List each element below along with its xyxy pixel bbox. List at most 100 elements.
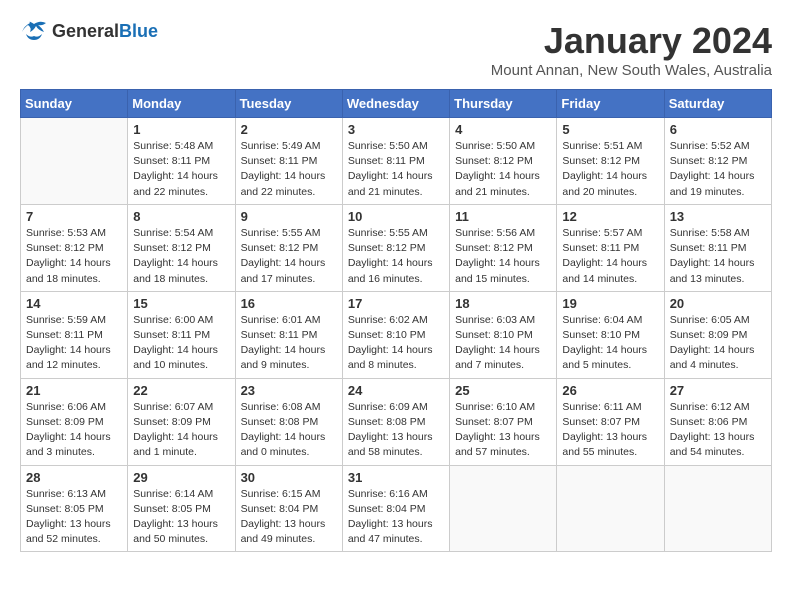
header-day-wednesday: Wednesday (342, 90, 449, 118)
day-number: 24 (348, 383, 444, 398)
calendar-table: SundayMondayTuesdayWednesdayThursdayFrid… (20, 89, 772, 552)
day-number: 11 (455, 209, 551, 224)
day-info: Sunrise: 5:50 AM Sunset: 8:12 PM Dayligh… (455, 139, 551, 200)
calendar-cell: 16 Sunrise: 6:01 AM Sunset: 8:11 PM Dayli… (235, 291, 342, 378)
week-row-4: 21 Sunrise: 6:06 AM Sunset: 8:09 PM Dayli… (21, 378, 772, 465)
day-info: Sunrise: 6:14 AM Sunset: 8:05 PM Dayligh… (133, 487, 229, 548)
day-number: 17 (348, 296, 444, 311)
day-number: 27 (670, 383, 766, 398)
day-info: Sunrise: 5:53 AM Sunset: 8:12 PM Dayligh… (26, 226, 122, 287)
day-number: 1 (133, 122, 229, 137)
day-number: 13 (670, 209, 766, 224)
calendar-cell: 6Sunrise: 5:52 AM Sunset: 8:12 PM Daylig… (664, 118, 771, 205)
day-number: 20 (670, 296, 766, 311)
day-info: Sunrise: 6:06 AM Sunset: 8:09 PM Dayligh… (26, 400, 122, 461)
calendar-cell: 26Sunrise: 6:11 AM Sunset: 8:07 PM Dayli… (557, 378, 664, 465)
header-day-tuesday: Tuesday (235, 90, 342, 118)
day-number: 21 (26, 383, 122, 398)
header-row: SundayMondayTuesdayWednesdayThursdayFrid… (21, 90, 772, 118)
location-title: Mount Annan, New South Wales, Australia (491, 62, 772, 79)
calendar-cell: 4 Sunrise: 5:50 AM Sunset: 8:12 PM Daylig… (450, 118, 557, 205)
calendar-cell: 3 Sunrise: 5:50 AM Sunset: 8:11 PM Daylig… (342, 118, 449, 205)
day-info: Sunrise: 6:08 AM Sunset: 8:08 PM Dayligh… (241, 400, 337, 461)
day-number: 12 (562, 209, 658, 224)
header-day-thursday: Thursday (450, 90, 557, 118)
logo-text-general: General (52, 21, 119, 41)
day-number: 10 (348, 209, 444, 224)
calendar-cell: 19 Sunrise: 6:04 AM Sunset: 8:10 PM Dayli… (557, 291, 664, 378)
calendar-cell: 9 Sunrise: 5:55 AM Sunset: 8:12 PM Daylig… (235, 204, 342, 291)
calendar-cell: 17Sunrise: 6:02 AM Sunset: 8:10 PM Dayli… (342, 291, 449, 378)
day-number: 16 (241, 296, 337, 311)
day-info: Sunrise: 5:50 AM Sunset: 8:11 PM Dayligh… (348, 139, 444, 200)
day-info: Sunrise: 5:56 AM Sunset: 8:12 PM Dayligh… (455, 226, 551, 287)
calendar-cell: 11 Sunrise: 5:56 AM Sunset: 8:12 PM Dayli… (450, 204, 557, 291)
day-info: Sunrise: 5:58 AM Sunset: 8:11 PM Dayligh… (670, 226, 766, 287)
day-number: 22 (133, 383, 229, 398)
day-info: Sunrise: 6:12 AM Sunset: 8:06 PM Dayligh… (670, 400, 766, 461)
day-number: 23 (241, 383, 337, 398)
title-area: January 2024 Mount Annan, New South Wale… (491, 20, 772, 79)
week-row-2: 7 Sunrise: 5:53 AM Sunset: 8:12 PM Daylig… (21, 204, 772, 291)
day-info: Sunrise: 5:54 AM Sunset: 8:12 PM Dayligh… (133, 226, 229, 287)
calendar-cell: 29 Sunrise: 6:14 AM Sunset: 8:05 PM Dayli… (128, 465, 235, 552)
calendar-cell: 12Sunrise: 5:57 AM Sunset: 8:11 PM Dayli… (557, 204, 664, 291)
logo-text-blue: Blue (119, 21, 158, 41)
calendar-cell: 13 Sunrise: 5:58 AM Sunset: 8:11 PM Dayli… (664, 204, 771, 291)
day-number: 25 (455, 383, 551, 398)
header-day-friday: Friday (557, 90, 664, 118)
day-info: Sunrise: 6:15 AM Sunset: 8:04 PM Dayligh… (241, 487, 337, 548)
day-number: 19 (562, 296, 658, 311)
calendar-cell: 20Sunrise: 6:05 AM Sunset: 8:09 PM Dayli… (664, 291, 771, 378)
day-info: Sunrise: 6:07 AM Sunset: 8:09 PM Dayligh… (133, 400, 229, 461)
calendar-cell: 5Sunrise: 5:51 AM Sunset: 8:12 PM Daylig… (557, 118, 664, 205)
day-info: Sunrise: 6:13 AM Sunset: 8:05 PM Dayligh… (26, 487, 122, 548)
calendar-cell: 7 Sunrise: 5:53 AM Sunset: 8:12 PM Daylig… (21, 204, 128, 291)
calendar-cell: 22 Sunrise: 6:07 AM Sunset: 8:09 PM Dayli… (128, 378, 235, 465)
day-info: Sunrise: 5:48 AM Sunset: 8:11 PM Dayligh… (133, 139, 229, 200)
day-info: Sunrise: 5:59 AM Sunset: 8:11 PM Dayligh… (26, 313, 122, 374)
day-number: 6 (670, 122, 766, 137)
week-row-3: 14 Sunrise: 5:59 AM Sunset: 8:11 PM Dayli… (21, 291, 772, 378)
day-info: Sunrise: 6:04 AM Sunset: 8:10 PM Dayligh… (562, 313, 658, 374)
calendar-cell: 21 Sunrise: 6:06 AM Sunset: 8:09 PM Dayli… (21, 378, 128, 465)
day-number: 29 (133, 470, 229, 485)
day-number: 4 (455, 122, 551, 137)
day-number: 30 (241, 470, 337, 485)
day-number: 3 (348, 122, 444, 137)
calendar-cell: 8 Sunrise: 5:54 AM Sunset: 8:12 PM Daylig… (128, 204, 235, 291)
day-number: 7 (26, 209, 122, 224)
header: GeneralBlue January 2024 Mount Annan, Ne… (20, 20, 772, 79)
logo: GeneralBlue (20, 20, 158, 42)
day-info: Sunrise: 6:10 AM Sunset: 8:07 PM Dayligh… (455, 400, 551, 461)
day-number: 28 (26, 470, 122, 485)
calendar-cell: 15Sunrise: 6:00 AM Sunset: 8:11 PM Dayli… (128, 291, 235, 378)
header-day-monday: Monday (128, 90, 235, 118)
day-number: 5 (562, 122, 658, 137)
day-number: 8 (133, 209, 229, 224)
calendar-cell (450, 465, 557, 552)
week-row-1: 1 Sunrise: 5:48 AM Sunset: 8:11 PM Daylig… (21, 118, 772, 205)
day-number: 2 (241, 122, 337, 137)
day-number: 31 (348, 470, 444, 485)
month-title: January 2024 (491, 20, 772, 62)
day-info: Sunrise: 5:55 AM Sunset: 8:12 PM Dayligh… (348, 226, 444, 287)
day-info: Sunrise: 5:49 AM Sunset: 8:11 PM Dayligh… (241, 139, 337, 200)
calendar-cell: 1 Sunrise: 5:48 AM Sunset: 8:11 PM Daylig… (128, 118, 235, 205)
calendar-cell: 23 Sunrise: 6:08 AM Sunset: 8:08 PM Dayli… (235, 378, 342, 465)
day-number: 14 (26, 296, 122, 311)
day-number: 15 (133, 296, 229, 311)
day-info: Sunrise: 5:55 AM Sunset: 8:12 PM Dayligh… (241, 226, 337, 287)
calendar-cell: 24Sunrise: 6:09 AM Sunset: 8:08 PM Dayli… (342, 378, 449, 465)
calendar-cell: 31Sunrise: 6:16 AM Sunset: 8:04 PM Dayli… (342, 465, 449, 552)
calendar-cell: 10 Sunrise: 5:55 AM Sunset: 8:12 PM Dayli… (342, 204, 449, 291)
day-info: Sunrise: 6:01 AM Sunset: 8:11 PM Dayligh… (241, 313, 337, 374)
day-number: 9 (241, 209, 337, 224)
calendar-cell: 25 Sunrise: 6:10 AM Sunset: 8:07 PM Dayli… (450, 378, 557, 465)
calendar-cell: 28 Sunrise: 6:13 AM Sunset: 8:05 PM Dayli… (21, 465, 128, 552)
day-number: 26 (562, 383, 658, 398)
header-day-saturday: Saturday (664, 90, 771, 118)
calendar-cell (21, 118, 128, 205)
calendar-cell: 27 Sunrise: 6:12 AM Sunset: 8:06 PM Dayli… (664, 378, 771, 465)
day-number: 18 (455, 296, 551, 311)
